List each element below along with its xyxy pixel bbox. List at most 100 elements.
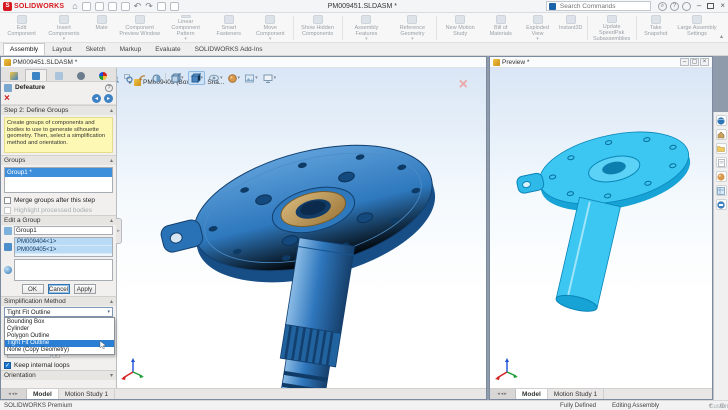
save-icon[interactable] (108, 2, 117, 11)
ribbon-button-bill-of-materials[interactable]: Bill of Materials (482, 14, 519, 42)
groups-section-header[interactable]: Groups ▴ (1, 155, 116, 165)
search-input[interactable] (558, 2, 648, 11)
help-icon[interactable]: ? (670, 2, 679, 11)
motion-study-tab[interactable]: Motion Study 1 (548, 389, 604, 399)
groups-listbox[interactable]: Group1 * (4, 167, 113, 193)
propertymanager-tab[interactable] (25, 69, 47, 81)
ok-button[interactable]: OK (22, 284, 44, 294)
collapse-chevron-icon[interactable]: ▴ (110, 107, 113, 114)
model-tab[interactable]: Model (27, 389, 59, 399)
configurationmanager-tab[interactable] (47, 69, 69, 81)
minimize-button[interactable]: – (697, 2, 701, 10)
forum-icon[interactable] (716, 199, 727, 210)
view-settings-icon[interactable]: ▾ (262, 73, 278, 84)
section-view-icon[interactable] (151, 73, 162, 84)
component-item[interactable]: PM009405<1> (15, 246, 112, 254)
ribbon-button-linear-component-pattern[interactable]: Linear Component Pattern ▾ (163, 14, 209, 42)
search-commands-box[interactable] (546, 1, 651, 11)
ribbon-button-move-component[interactable]: Move Component ▾ (249, 14, 292, 42)
tab-layout[interactable]: Layout (45, 43, 79, 55)
preview-restore-button[interactable]: ▢ (690, 58, 699, 66)
tab-evaluate[interactable]: Evaluate (148, 43, 187, 55)
method-option[interactable]: Polygon Outline (5, 332, 114, 339)
ribbon-button-mate[interactable]: Mate (87, 14, 117, 42)
ribbon-button-new-motion-study[interactable]: New Motion Study (438, 14, 482, 42)
zoom-to-area-icon[interactable] (123, 73, 134, 84)
hide-show-items-icon[interactable]: ▾ (208, 73, 224, 83)
collapse-chevron-icon[interactable]: ▴ (110, 217, 113, 224)
view-orientation-icon[interactable]: ▾ (169, 72, 185, 84)
display-style-icon[interactable]: ▾ (188, 71, 206, 85)
edit-group-section-header[interactable]: Edit a Group ▴ (1, 215, 116, 225)
confirmation-corner-cancel-icon[interactable]: × (459, 76, 468, 94)
help-icon[interactable]: ? (105, 84, 113, 92)
ribbon-button-assembly-features[interactable]: Assembly Features ▾ (343, 14, 389, 42)
close-button[interactable]: × (720, 2, 725, 10)
previous-view-icon[interactable] (137, 73, 148, 84)
ribbon-button-show-hidden-components[interactable]: Show Hidden Components (295, 14, 341, 42)
group-name-input[interactable] (14, 226, 113, 235)
tab-markup[interactable]: Markup (113, 43, 149, 55)
bodies-selection-listbox[interactable] (14, 259, 113, 281)
options-gear-icon[interactable] (170, 2, 179, 11)
file-explorer-icon[interactable] (716, 143, 727, 154)
preview-window-titlebar[interactable]: Preview * – ▢ × (490, 57, 712, 68)
view-palette-icon[interactable] (716, 157, 727, 168)
print-icon[interactable] (121, 2, 130, 11)
collapse-chevron-icon[interactable]: ▴ (110, 157, 113, 164)
ribbon-button-instant3d[interactable]: Instant3D (556, 14, 586, 42)
ribbon-button-insert-components[interactable]: Insert Components ▾ (41, 14, 86, 42)
model-tab[interactable]: Model (516, 389, 548, 399)
checkbox-unchecked-icon[interactable] (4, 197, 11, 204)
rebuild-icon[interactable] (157, 2, 166, 11)
tab-scroll-arrows[interactable]: ◂◂▸ (1, 389, 27, 399)
ribbon-button-reference-geometry[interactable]: Reference Geometry ▾ (389, 14, 435, 42)
previous-step-icon[interactable]: ◂ (92, 94, 101, 103)
open-file-icon[interactable] (95, 2, 104, 11)
user-account-icon[interactable] (682, 2, 691, 11)
step-section-header[interactable]: Step 2: Define Groups ▴ (1, 105, 116, 115)
preview-graphics-area[interactable] (490, 68, 712, 388)
orientation-section-header[interactable]: Orientation ▾ (1, 370, 116, 380)
component-item[interactable]: PM009404<1> (15, 238, 112, 246)
redo-icon[interactable]: ↷ (145, 2, 153, 11)
next-step-icon[interactable]: ▸ (104, 94, 113, 103)
tag-icon[interactable]: ◎ (720, 402, 725, 409)
restore-button[interactable] (707, 3, 714, 9)
tab-scroll-arrows[interactable]: ◂◂▸ (490, 389, 516, 399)
motion-study-tab[interactable]: Motion Study 1 (59, 389, 115, 399)
simplification-method-header[interactable]: Simplification Method ▴ (1, 296, 116, 306)
ribbon-button-smart-fasteners[interactable]: Smart Fasteners (209, 14, 249, 42)
featuremanager-tab[interactable] (3, 69, 25, 81)
ribbon-button-edit-component[interactable]: Edit Component (2, 14, 41, 42)
design-library-icon[interactable] (716, 129, 727, 140)
cancel-button[interactable]: Cancel (48, 284, 70, 294)
collapse-chevron-icon[interactable]: ▴ (110, 298, 113, 305)
tab-sketch[interactable]: Sketch (79, 43, 113, 55)
keep-internal-loops-row[interactable]: ✓ Keep internal loops (1, 360, 116, 370)
appearances-scenes-icon[interactable] (716, 171, 727, 182)
cancel-icon[interactable]: × (4, 94, 10, 104)
simplification-method-select[interactable]: Tight Fit Outline ▾ (4, 307, 113, 317)
preview-close-button[interactable]: × (700, 58, 709, 66)
apply-button[interactable]: Apply (74, 284, 96, 294)
method-option-highlighted[interactable]: Tight Fit Outline (5, 340, 114, 347)
ribbon-button-take-snapshot[interactable]: Take Snapshot (638, 14, 674, 42)
ribbon-button-component-preview-window[interactable]: Component Preview Window (117, 14, 163, 42)
apply-scene-icon[interactable]: ▾ (244, 73, 259, 84)
custom-properties-icon[interactable] (716, 185, 727, 196)
assembly-model-3d[interactable] (113, 90, 483, 388)
ribbon-button-large-assembly-settings[interactable]: Large Assembly Settings (674, 14, 720, 42)
solidworks-resources-icon[interactable] (716, 115, 727, 126)
new-file-icon[interactable] (82, 2, 91, 11)
expand-chevron-icon[interactable]: ▾ (110, 372, 113, 379)
method-option[interactable]: Bounding Box (5, 318, 114, 325)
ribbon-button-exploded-view[interactable]: Exploded View ▾ (519, 14, 555, 42)
checkbox-checked-icon[interactable]: ✓ (4, 362, 11, 369)
displaymanager-tab[interactable] (92, 69, 114, 81)
components-selection-listbox[interactable]: PM009404<1> PM009405<1> (14, 237, 113, 257)
edit-appearance-icon[interactable]: ▾ (227, 73, 242, 84)
group-list-item[interactable]: Group1 * (5, 168, 112, 177)
method-option[interactable]: Cylinder (5, 325, 114, 332)
model-window-titlebar[interactable]: PM009451.SLDASM * (1, 57, 486, 68)
